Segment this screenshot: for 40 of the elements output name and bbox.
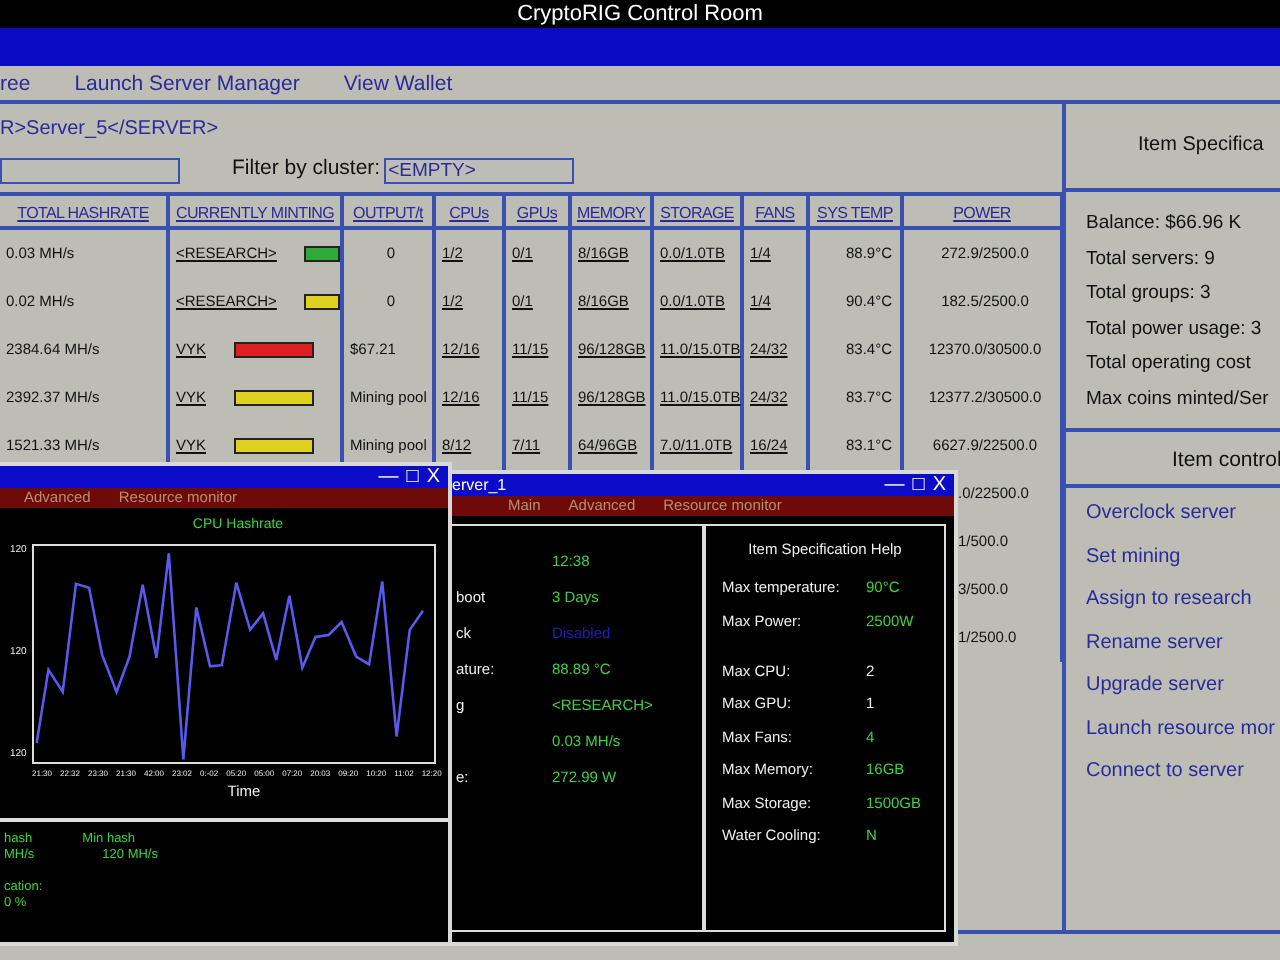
- filter-field[interactable]: <EMPTY>: [384, 157, 575, 183]
- action-link[interactable]: Assign to research: [1086, 586, 1280, 614]
- action-link[interactable]: Launch resource mor: [1086, 715, 1280, 743]
- action-link[interactable]: Upgrade server: [1086, 672, 1280, 700]
- action-link[interactable]: Rename server: [1086, 629, 1280, 657]
- maximize-button[interactable]: □: [406, 467, 419, 487]
- column-header[interactable]: MEMORY: [572, 196, 654, 230]
- action-link[interactable]: Connect to server: [1086, 758, 1280, 786]
- minimize-button[interactable]: —: [378, 467, 399, 487]
- column-header[interactable]: TOTAL HASHRATE: [0, 196, 170, 230]
- filter-label: Filter by cluster:: [232, 154, 381, 185]
- column-header[interactable]: FANS: [744, 196, 810, 230]
- action-link[interactable]: Set mining: [1086, 543, 1280, 571]
- stat-text: Total groups: 3: [1086, 280, 1213, 307]
- breadcrumb: R>Server_5</SERVER>: [0, 116, 221, 144]
- column-header[interactable]: OUTPUT/t: [344, 196, 436, 230]
- menu-item[interactable]: Launch Server Manager: [74, 66, 300, 100]
- column-header[interactable]: SYS TEMP: [810, 196, 904, 230]
- close-button[interactable]: X: [426, 467, 440, 487]
- search-field[interactable]: [0, 157, 180, 183]
- menu-item[interactable]: View Wallet: [343, 66, 453, 100]
- close-button[interactable]: X: [932, 475, 946, 495]
- stat-text: Total power usage: 3: [1086, 315, 1264, 342]
- column-header[interactable]: STORAGE: [654, 196, 744, 230]
- panel-title: Item Specifica: [1138, 134, 1264, 156]
- column-header[interactable]: CURRENTLY MINTING: [170, 196, 344, 230]
- column-header[interactable]: POWER: [904, 196, 1064, 230]
- column-header[interactable]: CPUs: [436, 196, 506, 230]
- stat-text: Max coins minted/Ser: [1086, 385, 1271, 412]
- panel-title: Item control: [1172, 448, 1280, 472]
- stat-text: Total servers: 9: [1086, 245, 1217, 272]
- window-title: erver_1: [452, 474, 507, 496]
- stat-text: Total operating cost: [1086, 350, 1253, 377]
- maximize-button[interactable]: □: [912, 475, 925, 495]
- stat-text: Balance: $66.96 K: [1086, 210, 1244, 237]
- minimize-button[interactable]: —: [884, 475, 905, 495]
- column-header[interactable]: GPUs: [506, 196, 572, 230]
- menu-item[interactable]: ree: [0, 66, 31, 100]
- window-title: CryptoRIG Control Room: [0, 0, 1280, 28]
- action-link[interactable]: Overclock server: [1086, 500, 1280, 528]
